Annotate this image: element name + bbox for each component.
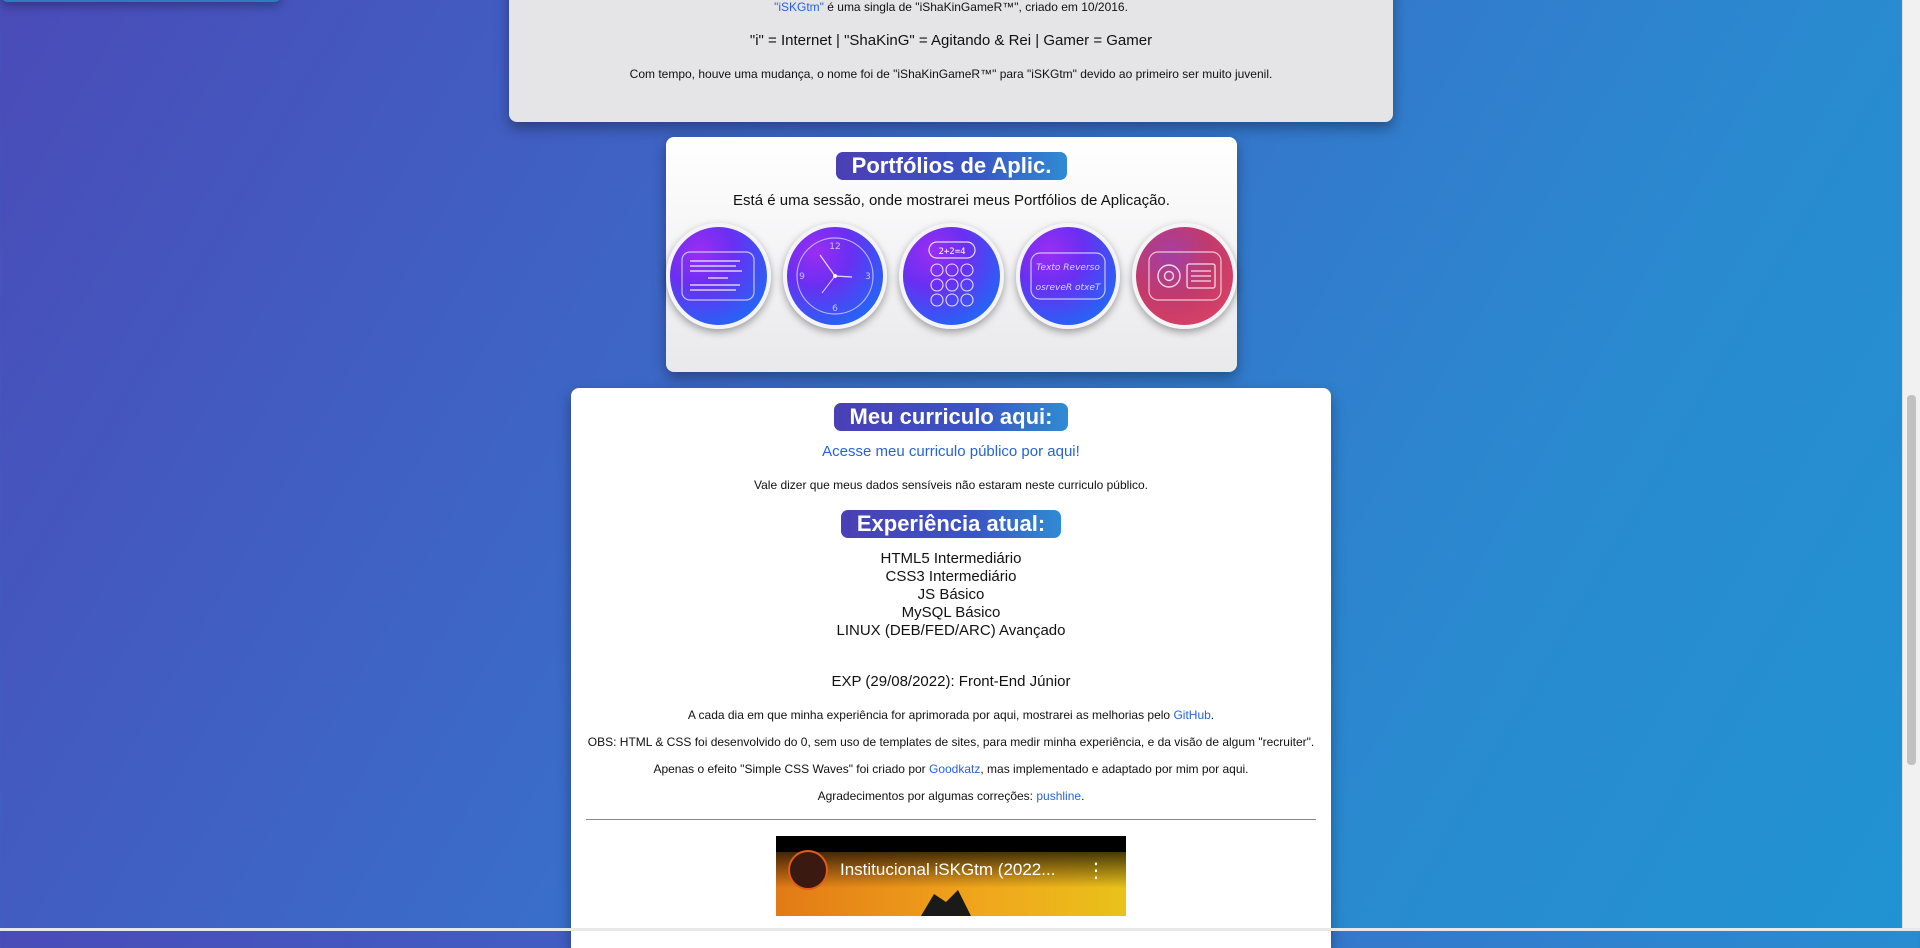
portfolio-card: Portfólios de Aplic. Está é uma sessão, … — [666, 137, 1237, 372]
skill-item: LINUX (DEB/FED/ARC) Avançado — [836, 622, 1066, 639]
portfolio-item-form[interactable] — [666, 223, 771, 329]
github-link[interactable]: GitHub — [1173, 708, 1210, 722]
skill-item: JS Básico — [917, 586, 985, 603]
previous-card-fragment — [0, 0, 282, 2]
svg-text:3: 3 — [865, 272, 871, 282]
daily-improvement-text: A cada dia em que minha experiência for … — [687, 708, 1215, 722]
divider — [586, 819, 1316, 820]
cv-note: Vale dizer que meus dados sensíveis não … — [754, 478, 1148, 492]
thanks-text: Agradecimentos por algumas correções: pu… — [817, 789, 1085, 803]
portfolio-item-email[interactable] — [1132, 223, 1237, 329]
svg-text:9: 9 — [799, 272, 805, 282]
pushline-link[interactable]: pushline — [1036, 789, 1081, 803]
about-meaning: "i" = Internet | "ShaKinG" = Agitando & … — [749, 32, 1153, 49]
video-menu-icon[interactable]: ⋮ — [1086, 858, 1106, 883]
cv-title: Meu curriculo aqui: — [833, 403, 1069, 431]
video-title-bar: Institucional iSKGtm (2022... ⋮ — [776, 850, 1126, 890]
portfolio-title: Portfólios de Aplic. — [835, 152, 1068, 180]
experience-level: EXP (29/08/2022): Front-End Júnior — [831, 673, 1071, 690]
calculator-icon: 2+2=4 — [927, 241, 976, 307]
reverse-text-bottom: osreveR otxeT — [1036, 283, 1102, 293]
cv-public-link[interactable]: Acesse meu curriculo público por aqui! — [822, 443, 1080, 460]
about-origin-text: "iSKGtm" é uma singla de "iShaKinGameR™"… — [509, 0, 1393, 14]
svg-text:6: 6 — [832, 304, 838, 314]
reverse-text-icon: Texto Reverso osreveR otxeT — [1030, 252, 1106, 300]
youtube-video-embed[interactable]: Institucional iSKGtm (2022... ⋮ — [776, 836, 1126, 916]
about-change: Com tempo, houve uma mudança, o nome foi… — [629, 67, 1273, 81]
cv-card: Meu curriculo aqui: Acesse meu curriculo… — [571, 388, 1331, 948]
channel-avatar[interactable] — [788, 850, 828, 890]
obs-text: OBS: HTML & CSS foi desenvolvido do 0, s… — [587, 735, 1315, 749]
reverse-text-top: Texto Reverso — [1036, 263, 1100, 273]
form-icon — [681, 251, 755, 301]
svg-text:12: 12 — [829, 242, 840, 252]
goodkatz-link[interactable]: Goodkatz — [929, 762, 980, 776]
skill-item: CSS3 Intermediário — [885, 568, 1017, 585]
video-title[interactable]: Institucional iSKGtm (2022... — [840, 860, 1055, 880]
calculator-display: 2+2=4 — [938, 247, 965, 257]
skills-list: HTML5 Intermediário CSS3 Intermediário J… — [571, 550, 1331, 640]
portfolio-list: 12 3 6 9 2+2=4 Texto Reverso osreveR otx… — [666, 223, 1237, 329]
clock-icon: 12 3 6 9 — [796, 237, 874, 315]
about-card: "iSKGtm" é uma singla de "iShaKinGameR™"… — [509, 0, 1393, 122]
skill-item: MySQL Básico — [901, 604, 1001, 621]
portfolio-subtitle: Está é uma sessão, onde mostrarei meus P… — [733, 192, 1170, 209]
experience-title: Experiência atual: — [840, 510, 1062, 538]
about-origin-rest: é uma singla de "iShaKinGameR™", criado … — [823, 0, 1128, 14]
portfolio-item-reverse-text[interactable]: Texto Reverso osreveR otxeT — [1015, 223, 1121, 329]
iskgtm-link[interactable]: "iSKGtm" — [774, 0, 824, 14]
video-thumbnail-logo-icon — [921, 890, 971, 916]
page-scrollbar[interactable] — [1902, 0, 1920, 931]
scrollbar-thumb[interactable] — [1907, 395, 1916, 765]
video-top-bar — [776, 836, 1126, 852]
portfolio-item-calculator[interactable]: 2+2=4 — [899, 223, 1004, 329]
portfolio-item-clock[interactable]: 12 3 6 9 — [782, 223, 888, 329]
skill-item: HTML5 Intermediário — [880, 550, 1022, 567]
email-icon — [1148, 251, 1222, 301]
waves-credit-text: Apenas o efeito "Simple CSS Waves" foi c… — [653, 762, 1249, 776]
